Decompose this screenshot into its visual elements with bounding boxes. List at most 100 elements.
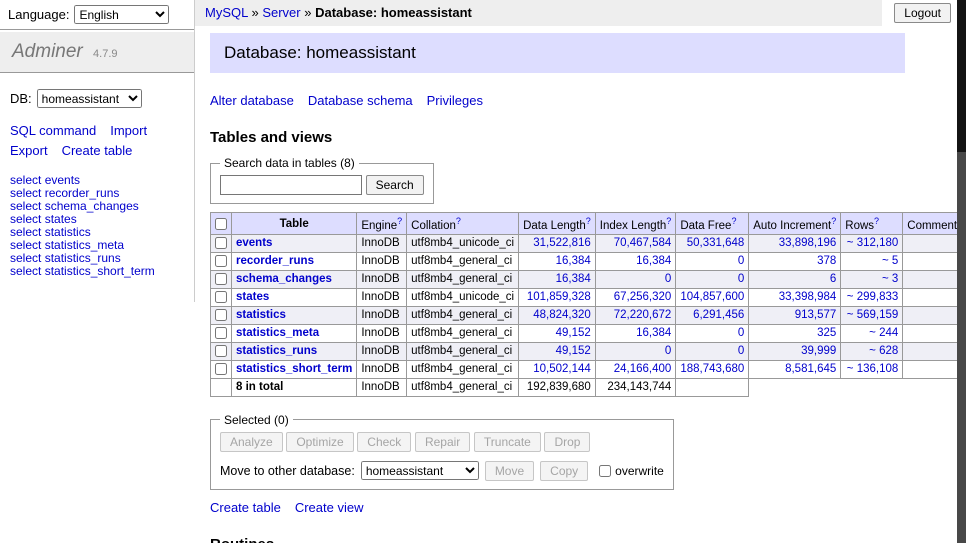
sidebar-table-link-states[interactable]: states — [45, 212, 77, 226]
column-help-link[interactable]: ? — [731, 216, 736, 226]
link-create-view[interactable]: Create view — [295, 498, 364, 518]
data-free-link[interactable]: 104,857,600 — [680, 291, 744, 303]
search-button[interactable]: Search — [366, 175, 424, 195]
data-free-link[interactable]: 50,331,648 — [687, 237, 745, 249]
db-link-privileges[interactable]: Privileges — [427, 91, 483, 111]
scrollbar-thumb[interactable] — [957, 0, 966, 152]
rows-link[interactable]: ~ 5 — [882, 255, 898, 267]
language-select[interactable]: English — [74, 5, 169, 24]
index-length-link[interactable]: 0 — [665, 273, 671, 285]
adminer-logo-link[interactable]: Adminer — [12, 41, 83, 62]
optimize-button[interactable]: Optimize — [286, 432, 353, 452]
rows-link[interactable]: ~ 569,159 — [847, 309, 898, 321]
sidebar-select-link-statistics-short-term[interactable]: select — [10, 264, 41, 278]
data-free-link[interactable]: 188,743,680 — [680, 363, 744, 375]
index-length-link[interactable]: 72,220,672 — [614, 309, 672, 321]
row-checkbox-statistics-short-term[interactable] — [215, 363, 227, 375]
sidebar-table-link-schema-changes[interactable]: schema_changes — [45, 199, 139, 213]
overwrite-checkbox[interactable] — [599, 465, 611, 477]
table-name-link-statistics-runs[interactable]: statistics_runs — [236, 345, 317, 357]
sidebar-table-link-statistics[interactable]: statistics — [45, 225, 91, 239]
table-name-link-events[interactable]: events — [236, 237, 272, 249]
index-length-link[interactable]: 16,384 — [636, 327, 671, 339]
truncate-button[interactable]: Truncate — [474, 432, 541, 452]
db-select[interactable]: homeassistant — [37, 89, 142, 108]
column-help-link[interactable]: ? — [586, 216, 591, 226]
move-button[interactable]: Move — [485, 461, 534, 481]
data-length-link[interactable]: 16,384 — [556, 255, 591, 267]
data-length-link[interactable]: 31,522,816 — [533, 237, 591, 249]
index-length-link[interactable]: 67,256,320 — [614, 291, 672, 303]
column-help-link[interactable]: ? — [397, 216, 402, 226]
sidebar-table-link-events[interactable]: events — [45, 173, 80, 187]
rows-link[interactable]: ~ 299,833 — [847, 291, 898, 303]
data-free-link[interactable]: 0 — [738, 273, 744, 285]
drop-button[interactable]: Drop — [544, 432, 590, 452]
move-db-select[interactable]: homeassistant — [361, 461, 479, 480]
select-all-checkbox[interactable] — [215, 218, 227, 230]
db-link-alter-database[interactable]: Alter database — [210, 91, 294, 111]
row-checkbox-events[interactable] — [215, 237, 227, 249]
sidebar-select-link-events[interactable]: select — [10, 173, 41, 187]
row-checkbox-statistics-meta[interactable] — [215, 327, 227, 339]
sidebar-select-link-statistics-runs[interactable]: select — [10, 251, 41, 265]
index-length-link[interactable]: 16,384 — [636, 255, 671, 267]
search-input[interactable] — [220, 175, 362, 195]
row-checkbox-schema-changes[interactable] — [215, 273, 227, 285]
sidebar-link-create-table[interactable]: Create table — [62, 141, 133, 161]
data-length-link[interactable]: 10,502,144 — [533, 363, 591, 375]
table-name-link-schema-changes[interactable]: schema_changes — [236, 273, 332, 285]
data-free-link[interactable]: 0 — [738, 255, 744, 267]
breadcrumb-link-mysql[interactable]: MySQL — [205, 5, 248, 20]
row-checkbox-states[interactable] — [215, 291, 227, 303]
link-create-table[interactable]: Create table — [210, 498, 281, 518]
row-checkbox-statistics[interactable] — [215, 309, 227, 321]
auto-increment-link[interactable]: 325 — [817, 327, 836, 339]
data-free-link[interactable]: 0 — [738, 345, 744, 357]
column-help-link[interactable]: ? — [874, 216, 879, 226]
table-name-link-statistics-short-term[interactable]: statistics_short_term — [236, 363, 352, 375]
rows-link[interactable]: ~ 3 — [882, 273, 898, 285]
column-help-link[interactable]: ? — [456, 216, 461, 226]
index-length-link[interactable]: 0 — [665, 345, 671, 357]
logout-button[interactable]: Logout — [894, 3, 951, 23]
rows-link[interactable]: ~ 136,108 — [847, 363, 898, 375]
auto-increment-link[interactable]: 913,577 — [795, 309, 837, 321]
analyze-button[interactable]: Analyze — [220, 432, 283, 452]
check-button[interactable]: Check — [357, 432, 411, 452]
repair-button[interactable]: Repair — [415, 432, 470, 452]
auto-increment-link[interactable]: 39,999 — [801, 345, 836, 357]
sidebar-select-link-states[interactable]: select — [10, 212, 41, 226]
data-free-link[interactable]: 6,291,456 — [693, 309, 744, 321]
sidebar-link-export[interactable]: Export — [10, 141, 48, 161]
sidebar-select-link-recorder-runs[interactable]: select — [10, 186, 41, 200]
sidebar-link-sql-command[interactable]: SQL command — [10, 121, 96, 141]
sidebar-table-link-recorder-runs[interactable]: recorder_runs — [45, 186, 120, 200]
copy-button[interactable]: Copy — [540, 461, 588, 481]
rows-link[interactable]: ~ 628 — [869, 345, 898, 357]
db-link-database-schema[interactable]: Database schema — [308, 91, 413, 111]
index-length-link[interactable]: 24,166,400 — [614, 363, 672, 375]
data-free-link[interactable]: 0 — [738, 327, 744, 339]
data-length-link[interactable]: 49,152 — [556, 327, 591, 339]
column-help-link[interactable]: ? — [666, 216, 671, 226]
data-length-link[interactable]: 48,824,320 — [533, 309, 591, 321]
sidebar-select-link-schema-changes[interactable]: select — [10, 199, 41, 213]
table-name-link-statistics-meta[interactable]: statistics_meta — [236, 327, 319, 339]
data-length-link[interactable]: 16,384 — [556, 273, 591, 285]
table-name-link-states[interactable]: states — [236, 291, 269, 303]
browser-scrollbar[interactable] — [957, 0, 966, 543]
row-checkbox-statistics-runs[interactable] — [215, 345, 227, 357]
auto-increment-link[interactable]: 378 — [817, 255, 836, 267]
rows-link[interactable]: ~ 312,180 — [847, 237, 898, 249]
auto-increment-link[interactable]: 6 — [830, 273, 836, 285]
sidebar-select-link-statistics-meta[interactable]: select — [10, 238, 41, 252]
sidebar-table-link-statistics-meta[interactable]: statistics_meta — [45, 238, 124, 252]
sidebar-select-link-statistics[interactable]: select — [10, 225, 41, 239]
column-help-link[interactable]: ? — [831, 216, 836, 226]
rows-link[interactable]: ~ 244 — [869, 327, 898, 339]
auto-increment-link[interactable]: 33,898,196 — [779, 237, 837, 249]
breadcrumb-link-server[interactable]: Server — [262, 5, 300, 20]
data-length-link[interactable]: 49,152 — [556, 345, 591, 357]
table-name-link-recorder-runs[interactable]: recorder_runs — [236, 255, 314, 267]
